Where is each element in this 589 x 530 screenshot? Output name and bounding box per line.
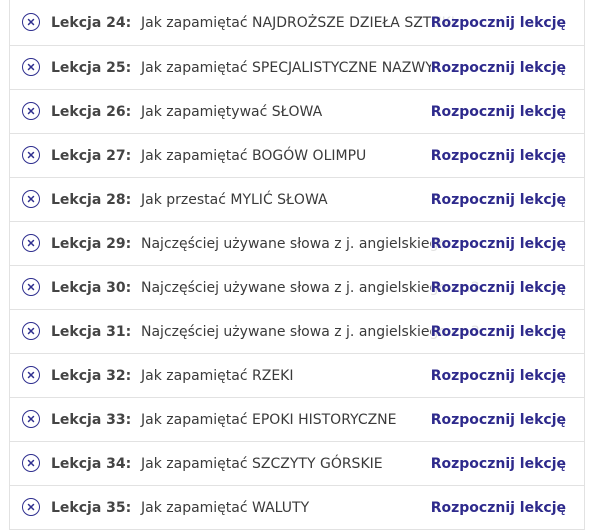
lesson-row: Lekcja 24: Jak zapamiętać NAJDROŻSZE DZI…	[10, 0, 584, 46]
lesson-row: Lekcja 35: Jak zapamiętać WALUTY Rozpocz…	[10, 486, 584, 530]
lesson-title: Jak zapamiętać WALUTY	[141, 499, 310, 516]
lesson-row: Lekcja 28: Jak przestać MYLIĆ SŁOWA Rozp…	[10, 178, 584, 222]
start-lesson-link[interactable]: Rozpocznij lekcję	[430, 323, 566, 340]
close-circle-icon[interactable]	[22, 12, 40, 31]
close-circle-icon[interactable]	[22, 409, 40, 428]
start-lesson-link[interactable]: Rozpocznij lekcję	[430, 147, 566, 164]
start-lesson-link[interactable]: Rozpocznij lekcję	[430, 367, 566, 384]
lesson-title: Jak zapamiętać SZCZYTY GÓRSKIE	[141, 455, 383, 472]
close-circle-icon[interactable]	[22, 101, 40, 120]
lesson-title: Jak przestać MYLIĆ SŁOWA	[141, 191, 328, 208]
lesson-row: Lekcja 25: Jak zapamiętać SPECJALISTYCZN…	[10, 46, 584, 90]
lesson-row: Lekcja 31: Najczęściej używane słowa z j…	[10, 310, 584, 354]
lesson-row: Lekcja 30: Najczęściej używane słowa z j…	[10, 266, 584, 310]
lesson-title: Jak zapamiętać BOGÓW OLIMPU	[141, 147, 367, 164]
close-circle-icon[interactable]	[22, 277, 40, 296]
close-circle-icon[interactable]	[22, 497, 40, 516]
lesson-number: Lekcja 30:	[51, 279, 132, 296]
close-circle-icon[interactable]	[22, 145, 40, 164]
start-lesson-link[interactable]: Rozpocznij lekcję	[430, 59, 566, 76]
lesson-list: Lekcja 24: Jak zapamiętać NAJDROŻSZE DZI…	[9, 0, 585, 530]
lesson-number: Lekcja 33:	[51, 411, 132, 428]
lesson-number: Lekcja 24:	[51, 14, 132, 31]
close-circle-icon[interactable]	[22, 365, 40, 384]
start-lesson-link[interactable]: Rozpocznij lekcję	[430, 455, 566, 472]
lesson-row: Lekcja 29: Najczęściej używane słowa z j…	[10, 222, 584, 266]
start-lesson-link[interactable]: Rozpocznij lekcję	[430, 279, 566, 296]
lesson-row: Lekcja 34: Jak zapamiętać SZCZYTY GÓRSKI…	[10, 442, 584, 486]
lesson-number: Lekcja 31:	[51, 323, 132, 340]
lesson-row: Lekcja 32: Jak zapamiętać RZEKI Rozpoczn…	[10, 354, 584, 398]
lesson-row: Lekcja 26: Jak zapamiętywać SŁOWA Rozpoc…	[10, 90, 584, 134]
lesson-title: Jak zapamiętywać SŁOWA	[141, 103, 323, 120]
close-circle-icon[interactable]	[22, 57, 40, 76]
lesson-title: Najczęściej używane słowa z j. angielski…	[141, 235, 447, 252]
close-circle-icon[interactable]	[22, 189, 40, 208]
lesson-number: Lekcja 35:	[51, 499, 132, 516]
lesson-number: Lekcja 32:	[51, 367, 132, 384]
start-lesson-link[interactable]: Rozpocznij lekcję	[430, 499, 566, 516]
lesson-row: Lekcja 33: Jak zapamiętać EPOKI HISTORYC…	[10, 398, 584, 442]
start-lesson-link[interactable]: Rozpocznij lekcję	[430, 411, 566, 428]
start-lesson-link[interactable]: Rozpocznij lekcję	[430, 235, 566, 252]
start-lesson-link[interactable]: Rozpocznij lekcję	[430, 14, 566, 31]
lesson-title: Najczęściej używane słowa z j. angielski…	[141, 323, 480, 340]
lesson-title: Jak zapamiętać EPOKI HISTORYCZNE	[141, 411, 397, 428]
lesson-number: Lekcja 29:	[51, 235, 132, 252]
lesson-number: Lekcja 28:	[51, 191, 132, 208]
lesson-title: Jak zapamiętać RZEKI	[141, 367, 294, 384]
lesson-number: Lekcja 26:	[51, 103, 132, 120]
close-circle-icon[interactable]	[22, 453, 40, 472]
lesson-row: Lekcja 27: Jak zapamiętać BOGÓW OLIMPU R…	[10, 134, 584, 178]
close-circle-icon[interactable]	[22, 321, 40, 340]
start-lesson-link[interactable]: Rozpocznij lekcję	[430, 103, 566, 120]
lesson-title: Najczęściej używane słowa z j. angielski…	[141, 279, 480, 296]
close-circle-icon[interactable]	[22, 233, 40, 252]
lesson-number: Lekcja 34:	[51, 455, 132, 472]
lesson-number: Lekcja 27:	[51, 147, 132, 164]
lesson-number: Lekcja 25:	[51, 59, 132, 76]
lesson-title: Jak zapamiętać SPECJALISTYCZNE NAZWY	[141, 59, 434, 76]
lesson-title: Jak zapamiętać NAJDROŻSZE DZIEŁA SZTUKI	[141, 14, 455, 31]
start-lesson-link[interactable]: Rozpocznij lekcję	[430, 191, 566, 208]
